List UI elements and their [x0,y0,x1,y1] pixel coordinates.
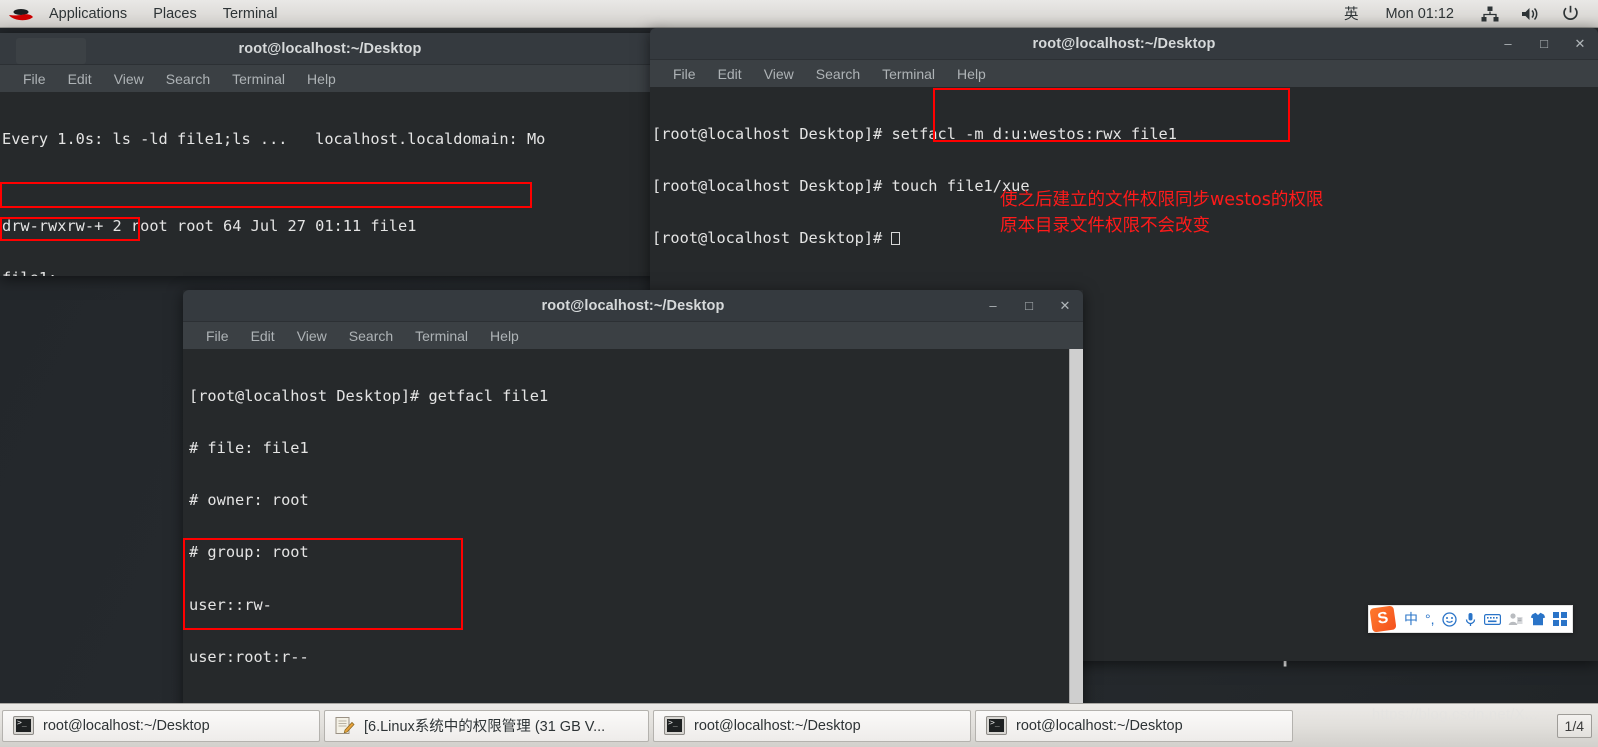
sogou-logo-icon[interactable]: S [1369,605,1397,633]
window-controls: – □ ✕ [985,290,1073,321]
window-title: root@localhost:~/Desktop [238,40,422,57]
terminal-icon [986,716,1007,735]
ime-punctuation-icon[interactable]: °, [1425,612,1435,626]
terminal-icon [664,716,685,735]
menu-file[interactable]: File [195,326,240,346]
taskbar-item-label: root@localhost:~/Desktop [1016,717,1183,734]
ime-keyboard-icon[interactable] [1483,613,1501,626]
terminal-line: [root@localhost Desktop]# setfacl -m d:u… [652,124,1177,143]
prompt-text: [root@localhost Desktop]# [652,229,892,248]
terminal-output-watch[interactable]: Every 1.0s: ls -ld file1;ls ... localhos… [0,92,660,276]
menu-terminal[interactable]: Terminal [221,69,296,89]
taskbar-item-label: root@localhost:~/Desktop [694,717,861,734]
menu-edit[interactable]: Edit [57,69,103,89]
menu-search[interactable]: Search [805,64,871,84]
taskbar-item-label: [6.Linux系统中的权限管理 (31 GB V... [364,719,606,735]
taskbar-item-label: root@localhost:~/Desktop [43,717,210,734]
menu-view[interactable]: View [753,64,805,84]
ime-user-icon[interactable] [1508,612,1523,626]
minimize-button[interactable]: – [985,298,1001,314]
menu-terminal[interactable]: Terminal [210,2,291,26]
window-title: root@localhost:~/Desktop [541,297,725,314]
ime-apps-icon[interactable] [1552,612,1567,626]
workspace-indicator[interactable]: 1/4 [1556,713,1592,738]
menu-help[interactable]: Help [296,69,347,89]
terminal-line: # file: file1 [189,439,309,458]
maximize-button[interactable]: □ [1021,298,1037,314]
close-button[interactable]: ✕ [1057,298,1073,314]
terminal-scrollbar[interactable] [1069,349,1083,735]
terminal-line: # group: root [189,543,309,562]
terminal-window-watch[interactable]: root@localhost:~/Desktop File Edit View … [0,33,660,276]
minimize-button[interactable]: – [1500,36,1516,52]
screen-root: Red Hat Enterprise Linux Applications Pl… [0,0,1598,747]
sogou-ime-toolbar[interactable]: S 中 °, [1368,605,1573,633]
ime-microphone-icon[interactable] [1464,612,1477,627]
redhat-menu-icon[interactable] [8,5,34,23]
watermark-text: https://blog.csdn.net/X... [1371,706,1538,723]
taskbar-item-notepad[interactable]: [6.Linux系统中的权限管理 (31 GB V... [324,709,649,742]
terminal-line: [root@localhost Desktop]# getfacl file1 [189,386,549,405]
window-menubar: File Edit View Search Terminal Help [183,322,1083,349]
terminal-line: user::rw- [189,595,272,614]
terminal-line: # owner: root [189,491,309,510]
window-controls: – □ ✕ [1500,28,1588,59]
window-titlebar[interactable]: root@localhost:~/Desktop [0,33,660,65]
window-titlebar[interactable]: root@localhost:~/Desktop – □ ✕ [183,290,1083,322]
window-menubar: File Edit View Search Terminal Help [650,60,1598,87]
power-icon[interactable] [1551,2,1590,25]
window-titlebar[interactable]: root@localhost:~/Desktop – □ ✕ [650,28,1598,60]
taskbar-item-terminal-1[interactable]: root@localhost:~/Desktop [2,709,320,742]
notepad-icon [335,716,355,735]
menu-view[interactable]: View [286,326,338,346]
menu-terminal[interactable]: Terminal [871,64,946,84]
terminal-icon [13,716,34,735]
terminal-line: user:root:r-- [189,647,309,666]
window-corner-shadow [16,38,86,64]
terminal-line: drw-rwxrw-+ 2 root root 64 Jul 27 01:11 … [2,216,417,235]
menu-terminal[interactable]: Terminal [404,326,479,346]
menu-help[interactable]: Help [946,64,997,84]
gnome-top-bar: Applications Places Terminal 英 Mon 01:12 [0,0,1598,28]
ime-chinese-mode-icon[interactable]: 中 [1404,612,1418,626]
menu-edit[interactable]: Edit [240,326,286,346]
menu-help[interactable]: Help [479,326,530,346]
menu-edit[interactable]: Edit [707,64,753,84]
annotation-chinese-text: 使之后建立的文件权限同步westos的权限 [1000,187,1323,213]
menu-places[interactable]: Places [140,2,210,26]
menu-file[interactable]: File [662,64,707,84]
taskbar-item-terminal-2[interactable]: root@localhost:~/Desktop [653,709,971,742]
menu-applications[interactable]: Applications [36,2,140,26]
top-bar-right-group: 英 Mon 01:12 [1333,0,1598,27]
terminal-line: Every 1.0s: ls -ld file1;ls ... localhos… [2,129,546,148]
terminal-line: file1: [2,269,660,276]
menu-view[interactable]: View [103,69,155,89]
window-title: root@localhost:~/Desktop [1032,35,1216,52]
taskbar-item-terminal-3[interactable]: root@localhost:~/Desktop [975,709,1293,742]
ime-emoji-icon[interactable] [1441,611,1457,627]
window-menubar: File Edit View Search Terminal Help [0,65,660,92]
menu-search[interactable]: Search [338,326,404,346]
top-bar-left-group: Applications Places Terminal [0,2,291,26]
input-method-indicator[interactable]: 英 [1333,0,1370,27]
terminal-window-getfacl[interactable]: root@localhost:~/Desktop – □ ✕ File Edit… [183,290,1083,735]
annotation-chinese-text-2: 原本目录文件权限不会改变 [1000,213,1210,239]
terminal-output-getfacl[interactable]: [root@localhost Desktop]# getfacl file1 … [183,349,1083,735]
close-button[interactable]: ✕ [1572,36,1588,52]
taskbar: root@localhost:~/Desktop [6.Linux系统中的权限管… [0,703,1598,747]
annotation-line-2: 原本目录文件权限不会改变 [1000,216,1210,236]
menu-search[interactable]: Search [155,69,221,89]
network-icon[interactable] [1470,3,1510,25]
terminal-cursor [891,232,901,246]
annotation-line-1: 使之后建立的文件权限同步westos的权限 [1000,190,1324,210]
ime-skin-icon[interactable] [1530,612,1546,626]
volume-icon[interactable] [1510,3,1551,25]
maximize-button[interactable]: □ [1536,36,1552,52]
clock[interactable]: Mon 01:12 [1369,3,1470,25]
menu-file[interactable]: File [12,69,57,89]
taskbar-tray: 1/4 [1556,713,1598,738]
